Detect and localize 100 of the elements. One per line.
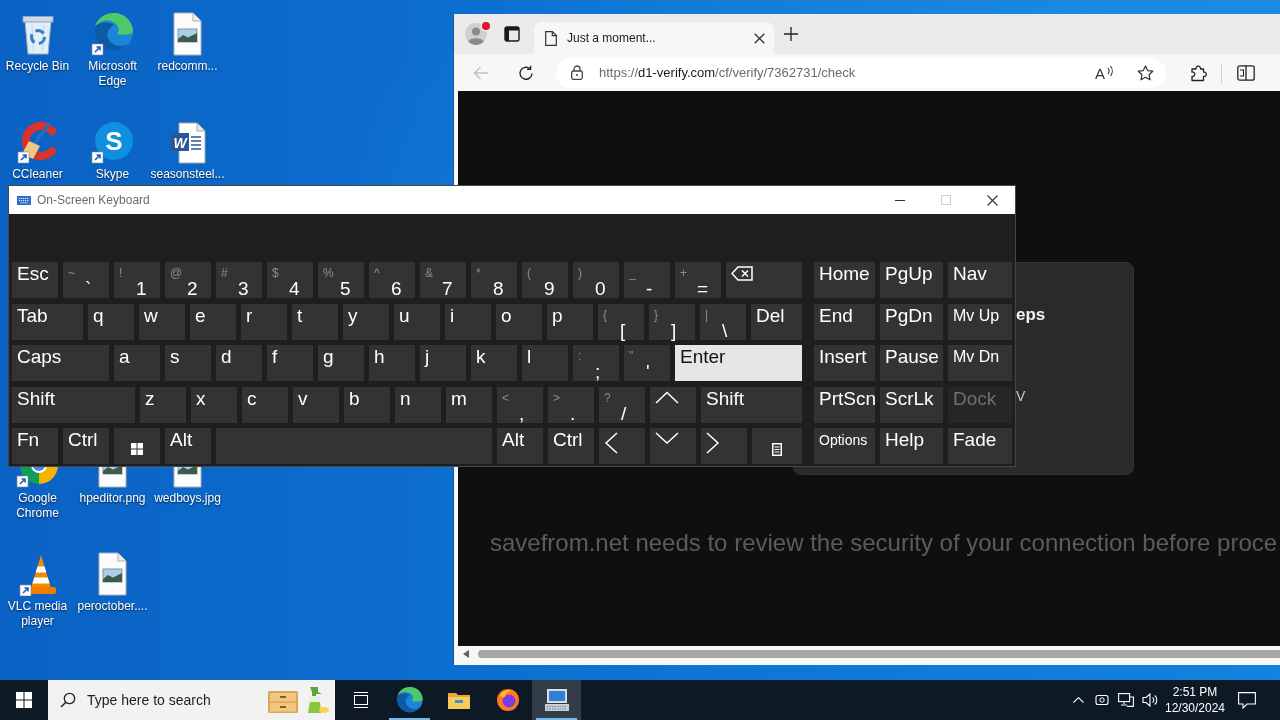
scrollbar-thumb[interactable] — [478, 649, 1280, 658]
close-icon[interactable] — [754, 32, 765, 44]
keyboard-key[interactable]: Ctrl — [63, 428, 109, 464]
keyboard-key[interactable]: t — [292, 303, 338, 340]
desktop-icon-label[interactable]: peroctober.... — [77, 599, 148, 614]
keyboard-key[interactable]: { [ — [598, 303, 644, 340]
keyboard-key[interactable]: h — [369, 345, 415, 381]
split-screen-icon[interactable] — [1237, 64, 1255, 81]
scroll-left-icon[interactable] — [463, 649, 469, 658]
keyboard-key[interactable]: Enter — [675, 345, 802, 381]
keyboard-key[interactable]: Caps — [12, 345, 109, 381]
keyboard-key[interactable]: n — [395, 386, 441, 423]
desktop-icon-label[interactable]: VLC media player — [0, 599, 75, 629]
keyboard-key[interactable]: j — [420, 345, 466, 381]
puzzle-icon[interactable] — [1190, 63, 1208, 82]
keyboard-key[interactable]: Nav — [948, 262, 1012, 298]
keyboard-key[interactable]: + = — [675, 262, 721, 298]
keyboard-key[interactable] — [701, 428, 747, 464]
profile-avatar-icon[interactable] — [465, 23, 487, 45]
keyboard-key[interactable]: Home — [814, 262, 875, 298]
keyboard-key[interactable]: $ 4 — [267, 262, 313, 298]
volume-icon[interactable] — [1142, 693, 1158, 707]
keyboard-key[interactable]: Shift — [12, 386, 135, 423]
star-icon[interactable] — [1137, 64, 1154, 81]
notification-icon[interactable] — [1237, 691, 1256, 709]
firefox-icon[interactable] — [495, 688, 520, 712]
keyboard-key[interactable]: r — [241, 303, 287, 340]
keyboard-key[interactable]: f — [267, 345, 313, 381]
keyboard-key[interactable]: : ; — [573, 345, 619, 381]
windows-logo-icon[interactable] — [16, 692, 32, 708]
image-file-icon[interactable] — [98, 467, 127, 488]
keyboard-key[interactable]: PgDn — [880, 303, 943, 340]
close-icon[interactable] — [986, 194, 998, 206]
keyboard-key[interactable]: @ 2 — [165, 262, 211, 298]
keyboard-key[interactable]: s — [165, 345, 211, 381]
keyboard-key[interactable]: End — [814, 303, 875, 340]
keyboard-key[interactable]: d — [216, 345, 262, 381]
keyboard-key[interactable]: % 5 — [318, 262, 364, 298]
search-input[interactable]: Type here to search — [87, 689, 266, 711]
keyboard-key[interactable]: Fade — [948, 428, 1012, 464]
keyboard-key[interactable]: Insert — [814, 345, 875, 381]
keyboard-key[interactable]: z — [140, 386, 186, 423]
minimize-icon[interactable] — [895, 199, 905, 201]
desktop-icon-label[interactable]: Skype — [95, 167, 130, 182]
keyboard-key[interactable]: Fn — [12, 428, 58, 464]
keyboard-key[interactable]: Del — [751, 303, 802, 340]
keyboard-key[interactable]: Alt — [497, 428, 543, 464]
desktop-icon-label[interactable]: Google Chrome — [0, 491, 75, 521]
keyboard-key[interactable]: Mv Dn — [948, 345, 1012, 381]
keyboard-key[interactable]: } ] — [649, 303, 695, 340]
image-file-icon[interactable] — [173, 467, 202, 488]
desktop-icon-label[interactable]: wedboys.jpg — [154, 491, 221, 506]
keyboard-key[interactable]: Ctrl — [548, 428, 594, 464]
keyboard-key[interactable]: k — [471, 345, 517, 381]
keyboard-key[interactable]: w — [139, 303, 185, 340]
keyboard-key[interactable]: | \ — [700, 303, 746, 340]
keyboard-key[interactable]: a — [114, 345, 160, 381]
keyboard-key[interactable]: Shift — [701, 386, 802, 423]
keyboard-key[interactable]: Alt — [165, 428, 211, 464]
keyboard-key[interactable]: x — [191, 386, 237, 423]
desktop-icon-label[interactable]: Microsoft Edge — [75, 59, 150, 89]
taskbar-button[interactable] — [532, 680, 581, 720]
keyboard-key[interactable]: ^ 6 — [369, 262, 415, 298]
keyboard-key[interactable]: < , — [497, 386, 543, 423]
ccleaner-icon[interactable] — [17, 121, 58, 164]
keyboard-key[interactable]: PgUp — [880, 262, 943, 298]
keyboard-key[interactable]: c — [242, 386, 288, 423]
keyboard-key[interactable]: Tab — [12, 303, 83, 340]
keyboard-key[interactable]: Esc — [12, 262, 58, 298]
keyboard-key[interactable]: Pause — [880, 345, 943, 381]
plus-icon[interactable] — [784, 27, 798, 41]
desktop-icon-label[interactable]: Recycle Bin — [5, 59, 70, 74]
keyboard-key[interactable]: ( 9 — [522, 262, 568, 298]
keyboard-monitor-icon[interactable] — [543, 688, 570, 712]
tab-actions-icon[interactable] — [504, 26, 520, 42]
desktop-icon-label[interactable]: CCleaner — [12, 167, 63, 182]
folder-icon[interactable] — [446, 690, 471, 710]
search-box[interactable]: Type here to search — [48, 680, 335, 720]
keyboard-key[interactable]: y — [343, 303, 389, 340]
keyboard-key[interactable]: u — [394, 303, 440, 340]
edge-browser-icon[interactable] — [91, 12, 134, 56]
desktop-icon-label[interactable]: seasonsteel... — [150, 167, 225, 182]
keyboard-key[interactable]: _ - — [624, 262, 670, 298]
keyboard-key[interactable]: ScrLk — [880, 386, 943, 423]
desktop-icon-label[interactable]: redcomm... — [157, 59, 218, 74]
keyboard-key[interactable]: g — [318, 345, 364, 381]
keyboard-key[interactable]: & 7 — [420, 262, 466, 298]
edge-browser-icon[interactable] — [396, 687, 423, 713]
keyboard-key[interactable]: ! 1 — [114, 262, 160, 298]
image-file-icon[interactable] — [173, 12, 202, 56]
image-file-icon[interactable] — [98, 552, 127, 596]
keyboard-key[interactable]: l — [522, 345, 568, 381]
keyboard-key[interactable]: p — [547, 303, 593, 340]
keyboard-key[interactable]: " ' — [624, 345, 670, 381]
keyboard-key[interactable]: PrtScn — [814, 386, 875, 423]
keyboard-key[interactable]: i — [445, 303, 491, 340]
keyboard-key[interactable]: q — [88, 303, 134, 340]
keyboard-key[interactable]: Help — [880, 428, 943, 464]
keyboard-key[interactable]: ~ ` — [63, 262, 109, 298]
keyboard-key[interactable]: o — [496, 303, 542, 340]
